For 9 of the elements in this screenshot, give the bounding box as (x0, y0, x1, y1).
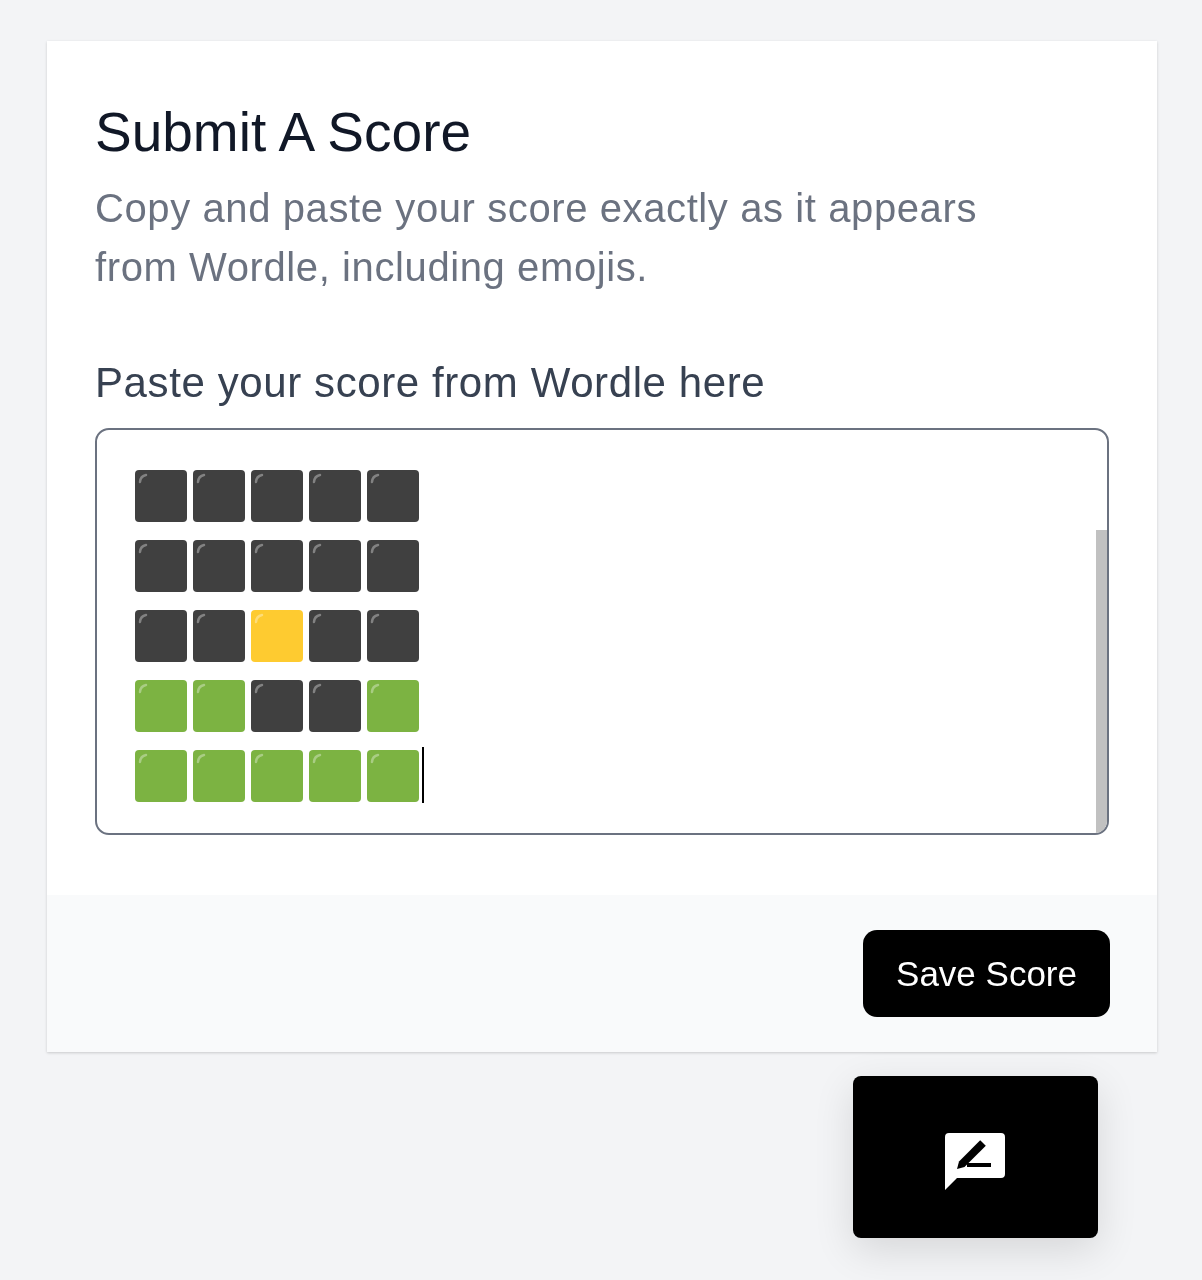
save-score-button[interactable]: Save Score (863, 930, 1110, 1017)
score-input-field[interactable] (95, 428, 1109, 835)
field-label: Paste your score from Wordle here (95, 359, 767, 407)
card-description: Copy and paste your score exactly as it appears from Wordle, including emojis. (95, 185, 978, 291)
text-cursor-icon (422, 747, 424, 803)
feedback-button[interactable] (853, 1076, 1098, 1238)
scrollbar-thumb[interactable] (1096, 530, 1107, 833)
card-title: Submit A Score (95, 100, 473, 165)
speech-bubble-pencil-icon (944, 1132, 1005, 1190)
